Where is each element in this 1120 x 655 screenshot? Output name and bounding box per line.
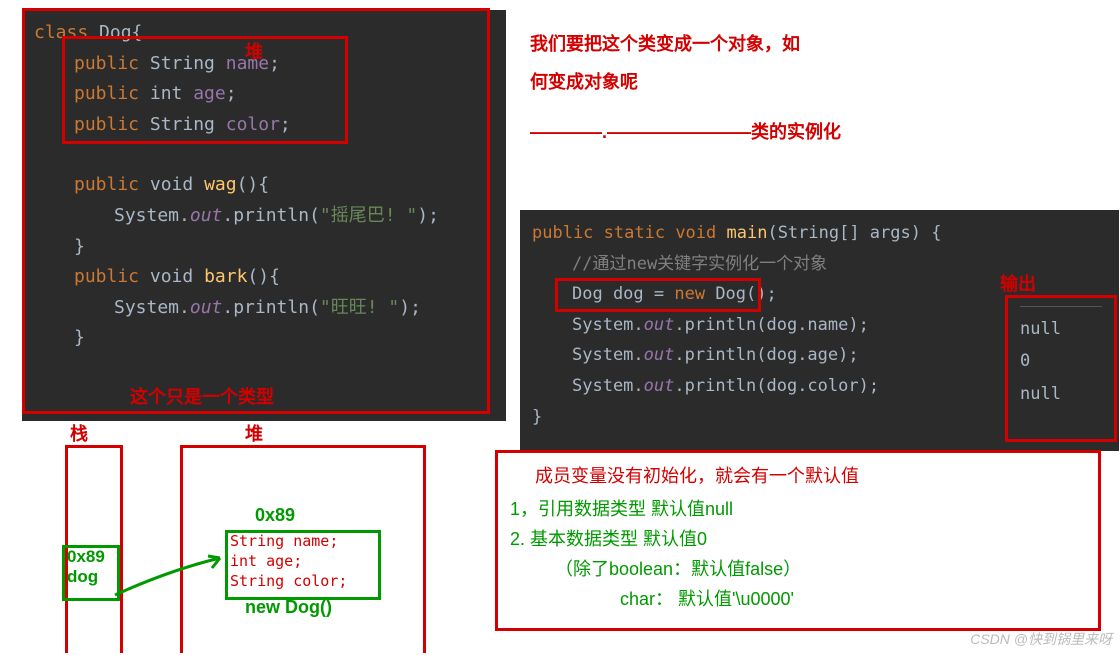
stack-dog: dog	[67, 567, 98, 587]
arrow-icon	[110, 550, 230, 610]
just-type-label: 这个只是一个类型	[130, 383, 274, 409]
new-dog-box	[555, 278, 761, 312]
defaults-l3: （除了boolean：默认值false）	[555, 555, 801, 581]
heap-label-2: 堆	[245, 420, 263, 446]
defaults-l1: 1，引用数据类型 默认值null	[510, 495, 733, 521]
watermark: CSDN @快到锅里来呀	[970, 629, 1112, 649]
output-box: null 0 null	[1005, 295, 1117, 442]
heap-f2: int age;	[230, 552, 302, 570]
heap-addr: 0x89	[255, 505, 295, 526]
defaults-l4: char： 默认值'\u0000'	[620, 585, 794, 611]
annotation-q2: 何变成对象呢	[530, 68, 638, 94]
annotation-q1: 我们要把这个类变成一个对象，如	[530, 30, 800, 56]
heap-f3: String color;	[230, 572, 347, 590]
fields-box	[62, 36, 348, 144]
output-label: 输出	[1000, 270, 1036, 296]
heap-label-1: 堆	[245, 38, 263, 64]
defaults-title: 成员变量没有初始化，就会有一个默认值	[535, 462, 859, 488]
heap-f1: String name;	[230, 532, 338, 550]
stack-addr: 0x89	[67, 547, 105, 567]
new-dog-label: new Dog()	[245, 597, 332, 618]
defaults-l2: 2. 基本数据类型 默认值0	[510, 525, 707, 551]
annotation-dash: ————.————————类的实例化	[530, 118, 841, 144]
stack-label: 栈	[70, 420, 88, 446]
